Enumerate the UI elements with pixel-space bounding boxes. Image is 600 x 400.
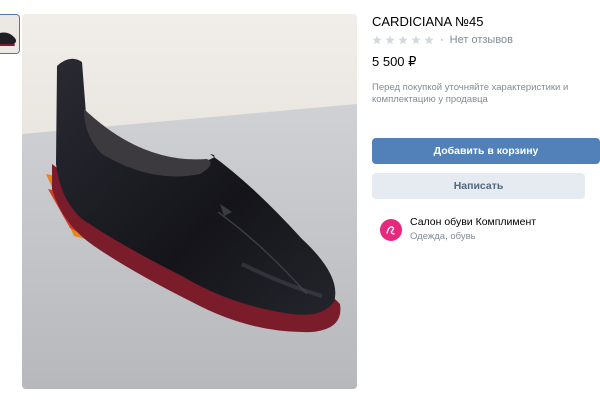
seller-name[interactable]: Салон обуви Комплимент — [410, 216, 536, 228]
seller-info: Салон обуви Комплимент Одежда, обувь — [410, 216, 536, 242]
star-icon — [424, 35, 434, 45]
rating-separator: · — [440, 34, 444, 46]
rating-row: · Нет отзывов — [372, 34, 513, 46]
purchase-hint: Перед покупкой уточняйте характеристики … — [372, 82, 569, 105]
photo-thumbnail[interactable] — [0, 14, 20, 54]
seller-category: Одежда, обувь — [410, 231, 476, 242]
seller-card[interactable]: Салон обуви Комплимент Одежда, обувь — [380, 216, 536, 242]
product-title: CARDICIANA №45 — [372, 14, 484, 29]
star-icon — [411, 35, 421, 45]
shoe-thumbnail-image — [0, 15, 19, 53]
star-icon — [385, 35, 395, 45]
write-message-button[interactable]: Написать — [372, 173, 585, 199]
star-icon — [372, 35, 382, 45]
star-icon — [398, 35, 408, 45]
shoe-image — [22, 14, 357, 389]
reviews-link[interactable]: Нет отзывов — [450, 34, 513, 46]
product-photo[interactable] — [22, 14, 357, 389]
add-to-cart-button[interactable]: Добавить в корзину — [372, 138, 600, 164]
shop-logo-icon[interactable] — [380, 219, 402, 241]
product-price: 5 500 ₽ — [372, 54, 417, 69]
